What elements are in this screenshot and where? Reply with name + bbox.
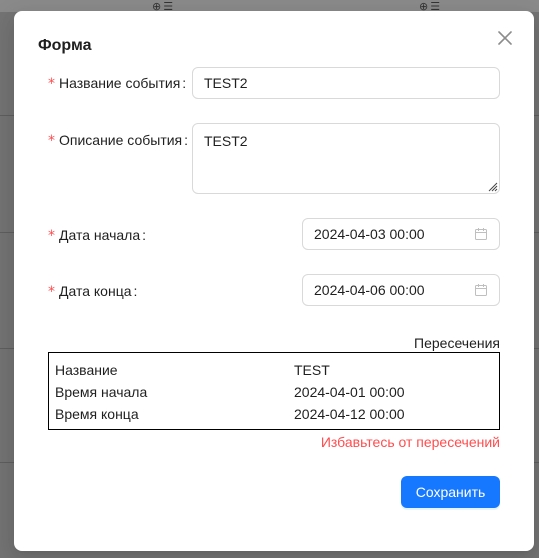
calendar-icon [475, 284, 487, 296]
event-description-label: * Описание события: [48, 124, 196, 156]
end-date-label-text: Дата конца [59, 283, 132, 299]
background-divider [0, 462, 14, 463]
resize-handle-icon[interactable] [486, 180, 498, 192]
overlap-value: TEST [294, 362, 330, 378]
event-description-textarea[interactable]: TEST2 [192, 123, 500, 194]
event-description-value: TEST2 [204, 133, 248, 149]
background-divider [0, 232, 14, 233]
start-date-value: 2024-04-03 00:00 [314, 226, 425, 242]
table-row: Время начала 2024-04-01 00:00 [49, 381, 499, 403]
event-description-label-text: Описание события [59, 132, 183, 148]
overlap-value: 2024-04-12 00:00 [294, 406, 405, 422]
start-date-label-text: Дата начала [59, 227, 141, 243]
event-name-input[interactable]: TEST2 [192, 67, 500, 99]
background-divider [0, 348, 14, 349]
required-asterisk: * [48, 228, 55, 244]
label-colon: : [184, 132, 189, 148]
label-colon: : [142, 227, 147, 243]
end-date-label: * Дата конца: [48, 275, 145, 307]
background-divider [0, 115, 14, 116]
event-name-label-text: Название события [59, 75, 181, 91]
calendar-icon [475, 228, 487, 240]
overlap-error-message: Избавьтесь от пересечений [320, 434, 500, 450]
end-date-picker[interactable]: 2024-04-06 00:00 [302, 274, 500, 306]
overlap-key: Название [55, 362, 118, 378]
event-form-modal: Форма * Название события: TEST2 * Описание… [14, 11, 534, 551]
required-asterisk: * [48, 76, 55, 92]
required-asterisk: * [48, 133, 55, 149]
event-name-label: * Название события: [48, 67, 194, 99]
save-button[interactable]: Сохранить [401, 476, 500, 508]
start-date-picker[interactable]: 2024-04-03 00:00 [302, 218, 500, 250]
modal-title: Форма [38, 37, 92, 54]
label-colon: : [133, 283, 138, 299]
overlaps-table: Название TEST Время начала 2024-04-01 00… [48, 352, 500, 430]
table-row: Название TEST [49, 359, 499, 381]
overlap-value: 2024-04-01 00:00 [294, 384, 405, 400]
required-asterisk: * [48, 284, 55, 300]
overlap-key: Время начала [55, 384, 148, 400]
label-colon: : [182, 75, 187, 91]
close-button[interactable] [494, 27, 516, 49]
table-row: Время конца 2024-04-12 00:00 [49, 403, 499, 425]
end-date-value: 2024-04-06 00:00 [314, 282, 425, 298]
close-icon [498, 31, 512, 45]
event-name-value: TEST2 [204, 75, 248, 91]
overlap-key: Время конца [55, 406, 139, 422]
overlaps-title: Пересечения [414, 335, 500, 351]
start-date-label: * Дата начала: [48, 219, 154, 251]
